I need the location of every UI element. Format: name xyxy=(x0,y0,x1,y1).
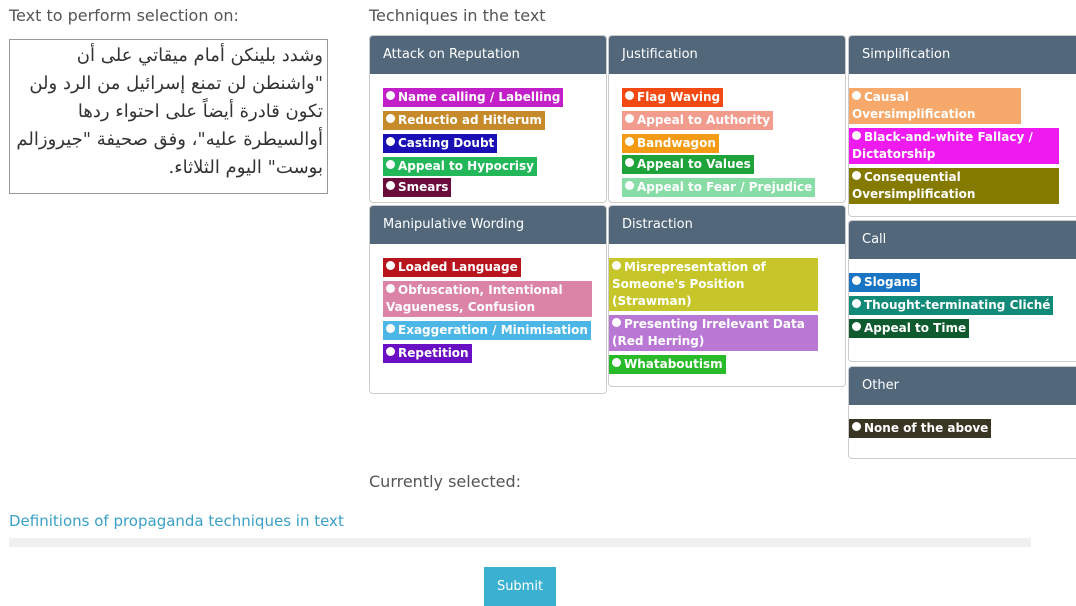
radio-icon xyxy=(852,131,861,140)
radio-icon xyxy=(386,347,395,356)
radio-icon xyxy=(386,181,395,190)
technique-none-of-the-above[interactable]: None of the above xyxy=(849,419,992,438)
technique-reductio-ad-hitlerum[interactable]: Reductio ad Hitlerum xyxy=(383,111,545,130)
technique-strawman[interactable]: Misrepresentation of Someone's Position … xyxy=(609,258,818,311)
radio-icon xyxy=(612,318,621,327)
technique-thought-terminating-cliche[interactable]: Thought-terminating Cliché xyxy=(849,296,1054,315)
radio-icon xyxy=(386,91,395,100)
technique-obfuscation[interactable]: Obfuscation, Intentional Vagueness, Conf… xyxy=(383,281,592,317)
technique-exaggeration-minimisation[interactable]: Exaggeration / Minimisation xyxy=(383,321,591,340)
radio-icon xyxy=(852,422,861,431)
technique-repetition[interactable]: Repetition xyxy=(383,344,472,363)
radio-icon xyxy=(612,261,621,270)
panel-title: Manipulative Wording xyxy=(370,206,606,244)
radio-icon xyxy=(625,181,634,190)
technique-appeal-to-fear[interactable]: Appeal to Fear / Prejudice xyxy=(622,178,816,197)
source-text-label: Text to perform selection on: xyxy=(9,6,239,25)
panel-title: Call xyxy=(849,221,1076,259)
radio-icon xyxy=(852,171,861,180)
panel-manipulative-wording: Manipulative Wording Loaded Language Obf… xyxy=(369,205,607,394)
technique-flag-waving[interactable]: Flag Waving xyxy=(622,88,724,107)
currently-selected-label: Currently selected: xyxy=(369,472,522,491)
radio-icon xyxy=(386,160,395,169)
definitions-collapsed-panel xyxy=(9,538,1031,547)
panel-distraction: Distraction Misrepresentation of Someone… xyxy=(608,205,846,387)
radio-icon xyxy=(625,158,634,167)
technique-smears[interactable]: Smears xyxy=(383,178,452,197)
technique-name-calling[interactable]: Name calling / Labelling xyxy=(383,88,564,107)
panel-call: Call Slogans Thought-terminating Cliché … xyxy=(848,220,1076,362)
radio-icon xyxy=(852,276,861,285)
radio-icon xyxy=(386,114,395,123)
panel-title: Other xyxy=(849,367,1076,405)
panel-title: Attack on Reputation xyxy=(370,36,606,74)
technique-appeal-to-authority[interactable]: Appeal to Authority xyxy=(622,111,774,130)
radio-icon xyxy=(852,91,861,100)
radio-icon xyxy=(852,299,861,308)
radio-icon xyxy=(386,324,395,333)
radio-icon xyxy=(625,137,634,146)
panel-attack-on-reputation: Attack on Reputation Name calling / Labe… xyxy=(369,35,607,203)
panel-other: Other None of the above xyxy=(848,366,1076,459)
technique-appeal-to-time[interactable]: Appeal to Time xyxy=(849,319,970,338)
radio-icon xyxy=(386,284,395,293)
radio-icon xyxy=(625,114,634,123)
definitions-link[interactable]: Definitions of propaganda techniques in … xyxy=(9,512,344,530)
radio-icon xyxy=(386,261,395,270)
technique-whataboutism[interactable]: Whataboutism xyxy=(609,355,726,374)
technique-red-herring[interactable]: Presenting Irrelevant Data (Red Herring) xyxy=(609,315,818,351)
technique-appeal-to-hypocrisy[interactable]: Appeal to Hypocrisy xyxy=(383,157,537,176)
radio-icon xyxy=(386,137,395,146)
panel-simplification: Simplification Causal Oversimplification… xyxy=(848,35,1076,217)
panel-justification: Justification Flag Waving Appeal to Auth… xyxy=(608,35,846,203)
source-text-box[interactable]: وشدد بلينكن أمام ميقاتي على أن "واشنطن ل… xyxy=(9,39,328,194)
panel-title: Justification xyxy=(609,36,845,74)
technique-consequential-oversimplification[interactable]: Consequential Oversimplification xyxy=(849,168,1059,204)
radio-icon xyxy=(612,358,621,367)
panel-title: Simplification xyxy=(849,36,1076,74)
technique-causal-oversimplification[interactable]: Causal Oversimplification xyxy=(849,88,1021,124)
technique-bandwagon[interactable]: Bandwagon xyxy=(622,134,719,153)
technique-slogans[interactable]: Slogans xyxy=(849,273,921,292)
technique-loaded-language[interactable]: Loaded Language xyxy=(383,258,521,277)
submit-button[interactable]: Submit xyxy=(484,567,556,606)
techniques-label: Techniques in the text xyxy=(369,6,546,25)
technique-casting-doubt[interactable]: Casting Doubt xyxy=(383,134,498,153)
technique-black-and-white-fallacy[interactable]: Black-and-white Fallacy / Dictatorship xyxy=(849,128,1059,164)
panel-title: Distraction xyxy=(609,206,845,244)
radio-icon xyxy=(625,91,634,100)
radio-icon xyxy=(852,322,861,331)
technique-appeal-to-values[interactable]: Appeal to Values xyxy=(622,155,754,174)
